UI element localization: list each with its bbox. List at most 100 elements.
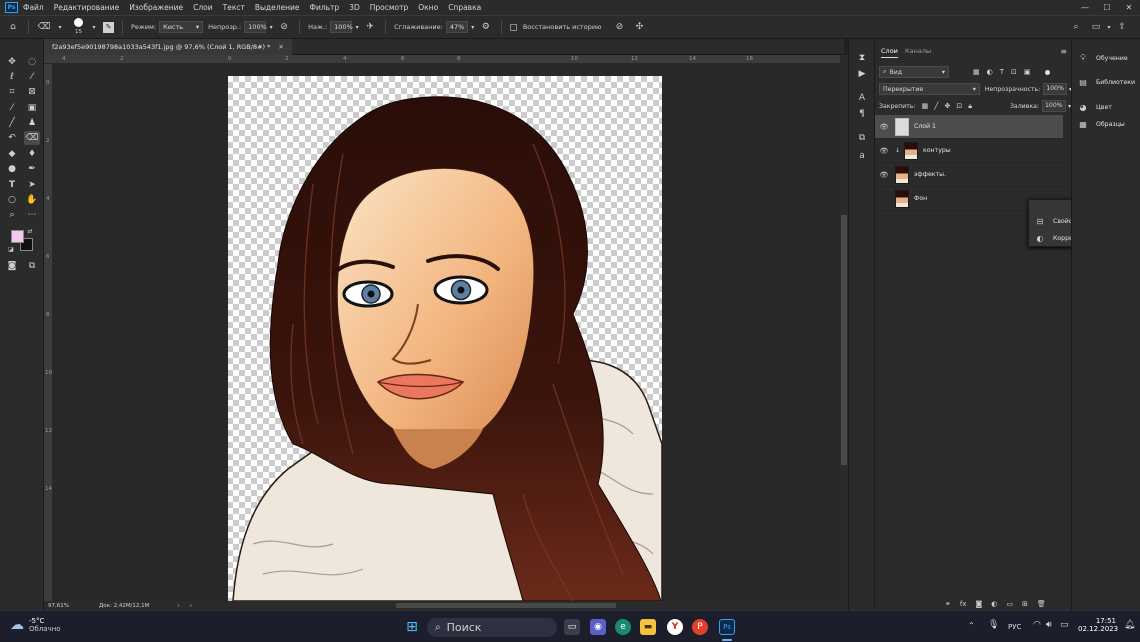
chevron-left-icon[interactable]: ‹ — [190, 603, 192, 609]
filter-type-icon[interactable]: T — [1000, 68, 1004, 76]
new-group-icon[interactable]: ▭ — [1006, 600, 1013, 608]
visibility-eye-icon[interactable]: 👁︎ — [877, 171, 891, 179]
blend-mode-select[interactable]: Перекрытие ▾ — [879, 83, 980, 95]
close-button[interactable]: ✕ — [1118, 0, 1140, 15]
stamp-tool-icon[interactable]: ♟ — [24, 116, 40, 130]
layer-name[interactable]: Слой 1 — [914, 123, 936, 130]
canvas[interactable] — [53, 64, 840, 601]
link-layers-icon[interactable]: ⚭ — [945, 600, 951, 608]
clock[interactable]: 17:51 02.12.2023 — [1078, 617, 1118, 633]
crop-tool-icon[interactable]: ⌗ — [4, 85, 20, 99]
vertical-scrollbar[interactable] — [840, 55, 848, 601]
history-brush-tool-icon[interactable]: ↶ — [4, 131, 20, 145]
chevron-down-icon[interactable]: ▾ — [354, 20, 360, 34]
lock-position-icon[interactable]: ✥ — [944, 102, 950, 110]
learn-item[interactable]: 💡︎ Обучение — [1078, 53, 1128, 63]
layer-row[interactable]: 👁︎ Слой 1 — [875, 115, 1063, 139]
layer-name[interactable]: Фон — [914, 195, 927, 202]
visibility-toggle[interactable] — [877, 195, 891, 203]
visibility-eye-icon[interactable]: 👁︎ — [877, 123, 891, 131]
actions-panel-icon[interactable]: ▶ — [854, 67, 870, 81]
photoshop-taskbar-icon[interactable]: Ps — [719, 619, 735, 635]
pressure-opacity-icon[interactable]: ⊘ — [277, 20, 291, 34]
close-tab-icon[interactable]: ✕ — [278, 43, 283, 51]
share-icon[interactable]: ⇪ — [1115, 20, 1129, 34]
layer-name[interactable]: эффекты. — [914, 171, 946, 178]
menu-view[interactable]: Просмотр — [365, 0, 414, 15]
paragraph-panel-icon[interactable]: ¶ — [854, 107, 870, 121]
wifi-icon[interactable]: ◠ — [1033, 620, 1041, 630]
ellipse-tool-icon[interactable]: ○ — [4, 193, 20, 207]
path-selection-tool-icon[interactable]: ➤ — [24, 178, 40, 192]
menu-filter[interactable]: Фильтр — [305, 0, 345, 15]
symmetry-icon[interactable]: ✣ — [633, 20, 647, 34]
layer-filter-select[interactable]: ⌕ Вид ▾ — [879, 66, 949, 78]
chevron-down-icon[interactable]: ▾ — [91, 20, 97, 34]
history-panel-icon[interactable]: ⧗ — [854, 51, 870, 65]
more-tools-icon[interactable]: ⋯ — [24, 208, 40, 222]
gear-icon[interactable]: ⚙ — [479, 20, 493, 34]
notification-bell-icon[interactable]: 🔔︎ — [1124, 620, 1135, 630]
menu-layers[interactable]: Слои — [188, 0, 218, 15]
layer-name[interactable]: контуры — [923, 147, 951, 154]
hand-tool-icon[interactable]: ✋ — [24, 193, 40, 207]
glyphs-panel-icon[interactable]: a — [854, 149, 870, 163]
file-explorer-icon[interactable]: ▬ — [640, 619, 656, 635]
menu-file[interactable]: Файл — [18, 0, 49, 15]
color-item[interactable]: ◕ Цвет — [1078, 102, 1112, 112]
lock-pixels-icon[interactable]: ╱ — [934, 102, 938, 110]
volume-icon[interactable]: 🔊︎ — [1046, 620, 1052, 630]
swatches-item[interactable]: ▦ Образцы — [1078, 119, 1125, 129]
menu-edit[interactable]: Редактирование — [49, 0, 124, 15]
brush-settings-icon[interactable]: ✎ — [103, 21, 114, 33]
menu-3d[interactable]: 3D — [344, 0, 365, 15]
lock-transparent-icon[interactable]: ▦ — [922, 102, 929, 110]
pressure-size-icon[interactable]: ⊘ — [613, 20, 627, 34]
eyedropper-tool-icon[interactable]: ⁄ — [4, 101, 20, 115]
fill-input[interactable]: 100% — [1041, 100, 1066, 112]
document-info[interactable]: Док: 2,42M/12,1M — [99, 603, 149, 609]
healing-tool-icon[interactable]: ▣ — [24, 101, 40, 115]
chat-icon[interactable]: ◉ — [590, 619, 606, 635]
opacity-input[interactable]: 100% — [244, 21, 267, 33]
menu-text[interactable]: Текст — [218, 0, 250, 15]
edge-browser-icon[interactable]: e — [615, 619, 631, 635]
filter-pixel-icon[interactable]: ▦ — [973, 68, 980, 76]
new-layer-icon[interactable]: ⊞ — [1022, 600, 1028, 608]
scrollbar-thumb[interactable] — [395, 603, 616, 608]
lock-all-icon[interactable]: 🔒︎ — [968, 102, 972, 111]
libraries-item[interactable]: ▤ Библиотеки — [1078, 77, 1135, 87]
adjustment-layer-icon[interactable]: ◐ — [991, 600, 997, 608]
menu-window[interactable]: Окно — [413, 0, 443, 15]
scrollbar-thumb[interactable] — [841, 215, 847, 465]
visibility-eye-icon[interactable]: 👁︎ — [877, 147, 891, 155]
filter-shape-icon[interactable]: ⊡ — [1011, 68, 1017, 76]
zoom-level[interactable]: 97,61% — [48, 603, 69, 609]
search-icon[interactable]: ⌕ — [1069, 20, 1083, 34]
move-tool-icon[interactable]: ✥ — [4, 55, 20, 69]
brush-preset-picker[interactable]: 15 — [70, 17, 88, 37]
chevron-up-icon[interactable]: ⌃ — [968, 621, 975, 630]
tab-channels[interactable]: Каналы — [905, 47, 931, 55]
presentation-app-icon[interactable]: P — [692, 619, 708, 635]
foreground-color-swatch[interactable] — [11, 230, 24, 243]
language-indicator[interactable]: РУС — [1008, 623, 1021, 631]
layer-opacity-input[interactable]: 100% — [1043, 83, 1067, 95]
layer-row[interactable]: 👁︎ ↓ контуры — [875, 139, 1063, 163]
swap-colors-icon[interactable]: ⇄ — [26, 227, 34, 235]
filter-smart-icon[interactable]: ▣ — [1024, 68, 1031, 76]
eraser-tool-icon[interactable]: ⌫ — [37, 20, 51, 34]
eraser-tool-icon[interactable]: ⌫ — [24, 131, 40, 145]
chevron-right-icon[interactable]: › — [177, 603, 179, 609]
brush-tool-icon[interactable]: ╱ — [4, 116, 20, 130]
quick-mask-icon[interactable]: ◙ — [4, 259, 20, 273]
character-panel-icon[interactable]: A — [854, 91, 870, 105]
screen-mode-icon[interactable]: ⧉ — [24, 259, 40, 273]
frame-tool-icon[interactable]: ⊠ — [24, 85, 40, 99]
dodge-tool-icon[interactable]: ● — [4, 162, 20, 176]
horizontal-scrollbar[interactable] — [195, 603, 796, 608]
panel-menu-icon[interactable]: ≡ — [1060, 47, 1067, 56]
magic-wand-tool-icon[interactable]: ⁄ — [24, 70, 40, 84]
chevron-down-icon[interactable]: ▾ — [470, 20, 476, 34]
add-mask-icon[interactable]: ◙ — [975, 600, 982, 608]
